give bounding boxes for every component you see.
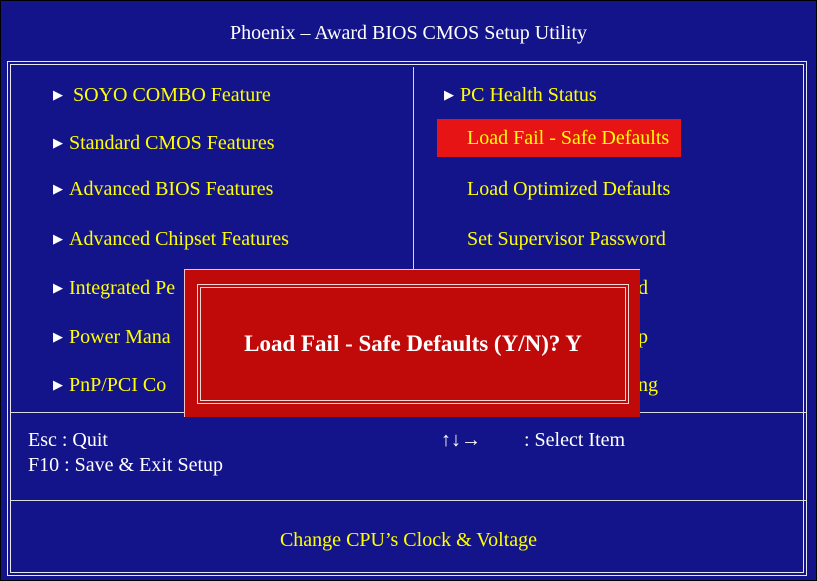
triangle-right-icon: ▶ bbox=[444, 87, 454, 102]
title-bar: Phoenix – Award BIOS CMOS Setup Utility bbox=[1, 1, 816, 61]
menu-item-supervisor-password[interactable]: Set Supervisor Password bbox=[467, 224, 666, 254]
status-help-text: Change CPU’s Clock & Voltage bbox=[279, 529, 538, 551]
help-esc-quit: Esc : Quit bbox=[28, 429, 108, 451]
triangle-right-icon: ▶ bbox=[53, 181, 63, 196]
triangle-right-icon: ▶ bbox=[53, 280, 63, 295]
menu-item-soyo-combo[interactable]: ▶ SOYO COMBO Feature bbox=[53, 80, 271, 110]
menu-item-label: Standard CMOS Features bbox=[69, 132, 275, 154]
menu-item-label: SOYO COMBO Feature bbox=[73, 84, 271, 106]
triangle-right-icon: ▶ bbox=[53, 231, 63, 246]
confirm-dialog-text: Load Fail - Safe Defaults (Y/N)? Y bbox=[244, 331, 582, 356]
bios-screen: Phoenix – Award BIOS CMOS Setup Utility … bbox=[0, 0, 817, 581]
help-select-item: : Select Item bbox=[524, 429, 626, 451]
menu-item-pnp-pci[interactable]: ▶ PnP/PCI Co bbox=[53, 370, 166, 400]
menu-item-power-management[interactable]: ▶ Power Mana bbox=[53, 322, 171, 352]
menu-item-label: PnP/PCI Co bbox=[69, 374, 167, 396]
menu-item-label: Power Mana bbox=[69, 326, 171, 348]
menu-item-label: Integrated Pe bbox=[69, 277, 176, 299]
menu-item-integrated-peripherals[interactable]: ▶ Integrated Pe bbox=[53, 273, 175, 303]
menu-item-pc-health[interactable]: ▶ PC Health Status bbox=[444, 80, 597, 110]
menu-item-advanced-chipset[interactable]: ▶ Advanced Chipset Features bbox=[53, 224, 289, 254]
menu-item-label: Advanced Chipset Features bbox=[69, 228, 289, 250]
triangle-right-icon: ▶ bbox=[53, 329, 63, 344]
confirm-dialog-frame: Load Fail - Safe Defaults (Y/N)? Y bbox=[197, 284, 629, 404]
menu-item-advanced-bios[interactable]: ▶ Advanced BIOS Features bbox=[53, 174, 273, 204]
divider-status bbox=[11, 500, 806, 501]
triangle-right-icon: ▶ bbox=[53, 87, 63, 102]
confirm-dialog[interactable]: Load Fail - Safe Defaults (Y/N)? Y bbox=[184, 269, 640, 417]
menu-item-exit-without-saving-fragment[interactable]: ng bbox=[638, 370, 658, 400]
triangle-right-icon: ▶ bbox=[53, 377, 63, 392]
menu-item-label: PC Health Status bbox=[460, 84, 597, 106]
help-f10-save-exit: F10 : Save & Exit Setup bbox=[28, 454, 223, 476]
menu-item-standard-cmos[interactable]: ▶ Standard CMOS Features bbox=[53, 128, 275, 158]
triangle-right-icon: ▶ bbox=[53, 135, 63, 150]
menu-item-load-optimized[interactable]: Load Optimized Defaults bbox=[467, 174, 670, 204]
menu-item-load-fail-safe[interactable]: Load Fail - Safe Defaults bbox=[437, 119, 682, 157]
arrow-keys-icon: ↑↓→ bbox=[441, 429, 481, 451]
menu-item-label: Advanced BIOS Features bbox=[69, 178, 274, 200]
